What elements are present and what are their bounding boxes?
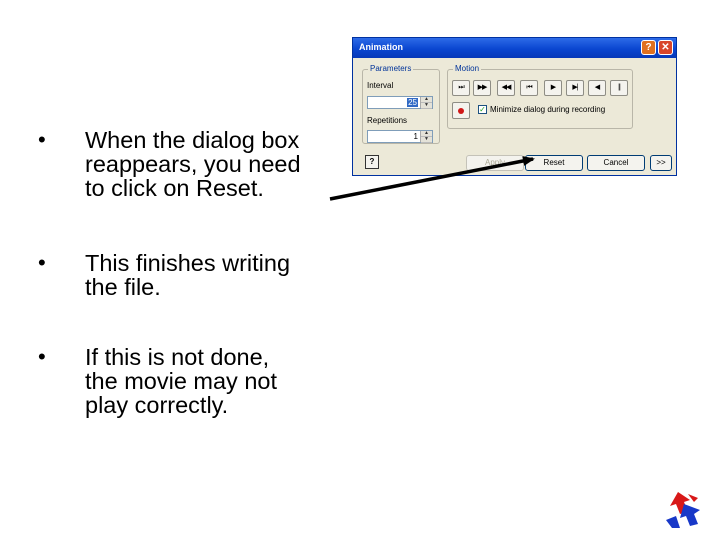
slide: • When the dialog box reappears, you nee… <box>0 0 720 540</box>
pointer-arrow <box>329 156 535 201</box>
arrow-line <box>329 156 535 201</box>
logo-icon <box>666 492 700 528</box>
